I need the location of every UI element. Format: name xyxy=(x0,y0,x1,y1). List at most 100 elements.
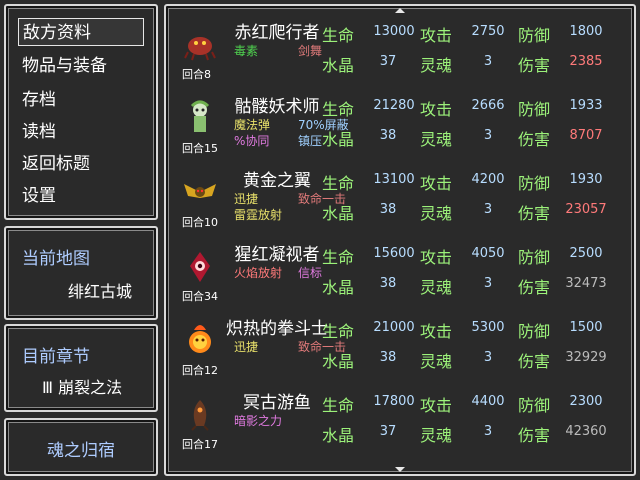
enemy-name: 炽热的拳斗士 xyxy=(226,319,328,339)
hp-label: 生命 xyxy=(322,100,355,119)
soul-label: 灵魂 xyxy=(420,130,453,149)
enemy-turns: 回合34 xyxy=(182,290,218,303)
enemy-name: 赤红爬行者 xyxy=(234,23,320,43)
ancient-fish-icon xyxy=(191,400,209,431)
def-value: 2500 xyxy=(569,246,603,261)
atk-value: 4050 xyxy=(471,246,505,261)
atk-value: 2750 xyxy=(471,24,505,39)
enemy-entry-1[interactable]: 赤红爬行者 毒素 剑舞 回合8 生命 13000 攻击 2750 防御 1800 … xyxy=(176,18,626,92)
hp-value: 17800 xyxy=(373,394,415,409)
enemy-name: 猩红凝视者 xyxy=(234,245,320,265)
menu-item-items-equipment[interactable]: 物品与装备 xyxy=(18,52,144,80)
crystal-value: 37 xyxy=(379,54,397,69)
enemy-ability: 剑舞 xyxy=(298,44,323,58)
current-map-title: 当前地图 xyxy=(22,249,90,269)
atk-label: 攻击 xyxy=(420,396,453,415)
hp-label: 生命 xyxy=(322,248,355,267)
atk-label: 攻击 xyxy=(420,26,453,45)
enemy-ability: 迅捷 xyxy=(234,192,259,206)
enemy-ability: 暗影之力 xyxy=(234,414,283,428)
def-label: 防御 xyxy=(518,100,551,119)
enemy-entry-5[interactable]: 炽热的拳斗士 迅捷 致命一击 回合12 生命 21000 攻击 5300 防御 1… xyxy=(176,314,626,388)
def-value: 1500 xyxy=(569,320,603,335)
enemy-turns: 回合17 xyxy=(182,438,218,451)
enemy-turns: 回合12 xyxy=(182,364,218,377)
blazing-brawler-icon xyxy=(189,325,211,353)
damage-value: 8707 xyxy=(569,128,603,143)
hp-label: 生命 xyxy=(322,322,355,341)
atk-label: 攻击 xyxy=(420,174,453,193)
def-label: 防御 xyxy=(518,26,551,45)
crystal-value: 38 xyxy=(379,202,397,217)
enemy-entry-3[interactable]: 黄金之翼 迅捷 致命一击 雷霆放射 回合10 生命 13100 攻击 4200 防御… xyxy=(176,166,626,240)
soul-value: 3 xyxy=(483,128,493,143)
def-label: 防御 xyxy=(518,248,551,267)
menu-item-enemy-info[interactable]: 敌方资料 xyxy=(18,18,144,46)
menu-item-return-title[interactable]: 返回标题 xyxy=(18,150,144,178)
crystal-label: 水晶 xyxy=(322,130,355,149)
crystal-value: 38 xyxy=(379,350,397,365)
enemy-entry-4[interactable]: 猩红凝视者 火焰放射 信标 回合34 生命 15600 攻击 4050 防御 25… xyxy=(176,240,626,314)
def-value: 1930 xyxy=(569,172,603,187)
hp-label: 生命 xyxy=(322,396,355,415)
def-label: 防御 xyxy=(518,396,551,415)
menu-item-save[interactable]: 存档 xyxy=(18,86,144,114)
enemy-turns: 回合15 xyxy=(182,142,218,155)
hp-value: 21280 xyxy=(373,98,415,113)
def-value: 2300 xyxy=(569,394,603,409)
enemy-name: 黄金之翼 xyxy=(243,171,311,191)
damage-value: 32473 xyxy=(565,276,607,291)
damage-label: 伤害 xyxy=(518,130,551,149)
enemy-ability: 魔法弹 xyxy=(234,118,271,132)
current-map-value: 绯红古城 xyxy=(68,282,133,301)
enemy-ability: 信标 xyxy=(298,266,323,280)
def-value: 1800 xyxy=(569,24,603,39)
soul-home-panel[interactable]: 魂之归宿 xyxy=(4,418,158,476)
golden-wing-icon xyxy=(184,184,216,198)
enemy-list-panel: 赤红爬行者 毒素 剑舞 回合8 生命 13000 攻击 2750 防御 1800 … xyxy=(164,4,636,476)
main-menu-panel: 敌方资料 物品与装备 存档 读档 返回标题 设置 xyxy=(4,4,158,220)
skeleton-sorcerer-icon xyxy=(190,100,210,132)
damage-value: 32929 xyxy=(565,350,607,365)
def-label: 防御 xyxy=(518,174,551,193)
soul-label: 灵魂 xyxy=(420,56,453,75)
enemy-entry-2[interactable]: 骷髅妖术师 魔法弹 70%屏蔽 %协同 镇压 回合15 生命 21280 攻击 266… xyxy=(176,92,626,166)
enemy-ability: 镇压 xyxy=(298,134,323,148)
soul-home-label[interactable]: 魂之归宿 xyxy=(6,436,156,461)
scroll-down-arrow-icon[interactable] xyxy=(395,467,405,472)
soul-label: 灵魂 xyxy=(420,204,453,223)
crystal-label: 水晶 xyxy=(322,352,355,371)
def-value: 1933 xyxy=(569,98,603,113)
scarlet-gazer-icon xyxy=(190,252,210,282)
atk-value: 4400 xyxy=(471,394,505,409)
damage-value: 2385 xyxy=(569,54,603,69)
crystal-value: 37 xyxy=(379,424,397,439)
damage-label: 伤害 xyxy=(518,278,551,297)
current-chapter-panel: 目前章节 Ⅲ 崩裂之法 xyxy=(4,324,158,412)
damage-value: 23057 xyxy=(565,202,607,217)
enemy-entry-6[interactable]: 冥古游鱼 暗影之力 回合17 生命 17800 攻击 4400 防御 2300 … xyxy=(176,388,626,462)
enemy-name: 冥古游鱼 xyxy=(243,393,311,413)
damage-label: 伤害 xyxy=(518,56,551,75)
enemy-ability: 火焰放射 xyxy=(234,266,283,280)
crystal-label: 水晶 xyxy=(322,56,355,75)
damage-label: 伤害 xyxy=(518,204,551,223)
enemy-turns: 回合8 xyxy=(182,68,211,81)
soul-label: 灵魂 xyxy=(420,426,453,445)
enemy-ability: 雷霆放射 xyxy=(234,208,283,222)
soul-value: 3 xyxy=(483,276,493,291)
atk-label: 攻击 xyxy=(420,322,453,341)
atk-label: 攻击 xyxy=(420,100,453,119)
crystal-label: 水晶 xyxy=(322,426,355,445)
soul-value: 3 xyxy=(483,424,493,439)
enemy-name: 骷髅妖术师 xyxy=(234,97,320,117)
menu-item-settings[interactable]: 设置 xyxy=(18,182,144,210)
atk-value: 2666 xyxy=(471,98,505,113)
soul-value: 3 xyxy=(483,54,493,69)
def-label: 防御 xyxy=(518,322,551,341)
current-chapter-title: 目前章节 xyxy=(22,347,90,367)
soul-label: 灵魂 xyxy=(420,278,453,297)
menu-item-load[interactable]: 读档 xyxy=(18,118,144,146)
soul-value: 3 xyxy=(483,202,493,217)
scroll-up-arrow-icon[interactable] xyxy=(395,8,405,13)
